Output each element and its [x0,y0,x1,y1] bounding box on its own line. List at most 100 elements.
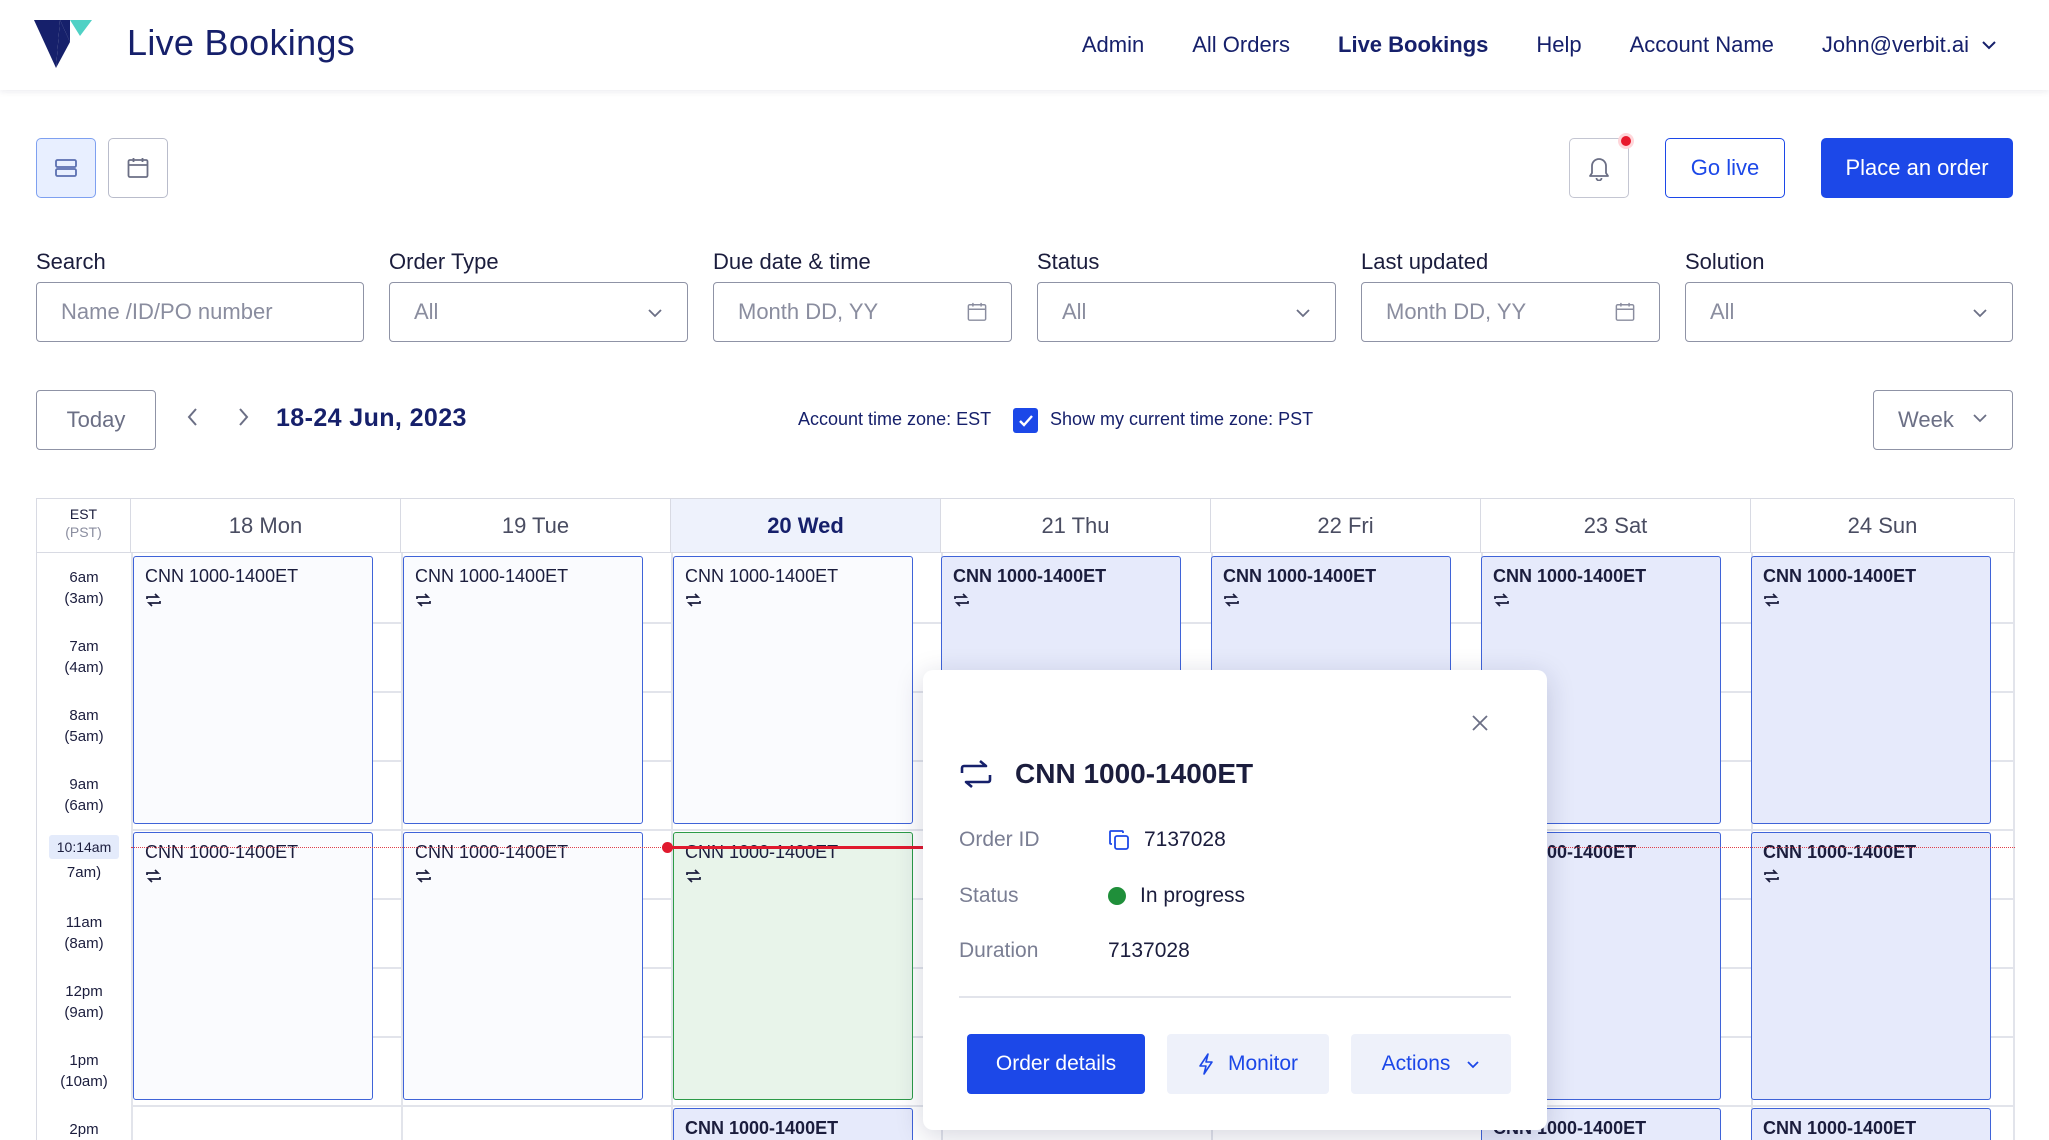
booking-event[interactable]: CNN 1000-1400ET [1751,556,1991,824]
notifications-button[interactable] [1569,133,1634,198]
nav-live-bookings[interactable]: Live Bookings [1338,32,1488,58]
actions-label: Actions [1381,1052,1451,1075]
show-timezone-checkbox[interactable] [1013,408,1038,433]
view-range-value: Week [1898,407,1954,432]
order-type-label: Order Type [389,249,499,274]
order-id-row: Order ID 7137028 [959,828,1226,852]
order-type-select[interactable]: All [389,282,688,342]
duration-value: 7137028 [1108,939,1190,962]
search-label: Search [36,249,106,274]
calendar-icon [967,302,987,321]
last-updated-placeholder: Month DD, YY [1386,299,1527,324]
due-date-input[interactable]: Month DD, YY [713,282,1012,342]
solution-select[interactable]: All [1685,282,2013,342]
repeat-icon [686,869,701,883]
event-title: CNN 1000-1400ET [145,566,299,586]
chevron-down-icon [1973,414,1987,423]
repeat-icon [1224,593,1239,607]
copy-icon[interactable] [1108,829,1130,851]
popover-header: CNN 1000-1400ET [959,758,1253,790]
calendar-view-button[interactable] [108,138,168,198]
repeat-icon [1494,593,1509,607]
view-range-select[interactable]: Week [1873,390,2013,450]
search-input[interactable]: Name /ID/PO number [36,282,364,342]
popover-title: CNN 1000-1400ET [1015,758,1254,789]
search-placeholder: Name /ID/PO number [61,299,273,324]
booking-event[interactable]: CNN 1000-1400ET [1751,1108,1991,1140]
user-menu[interactable]: John@verbit.ai [1822,32,1997,58]
event-title: CNN 1000-1400ET [953,566,1107,586]
day-header-today[interactable]: 20 Wed [671,499,941,553]
duration-label: Duration [959,939,1039,962]
booking-event[interactable]: CNN 1000-1400ET [1751,832,1991,1100]
day-header[interactable]: 19 Tue [401,499,671,553]
list-view-icon [55,159,77,177]
nav-admin[interactable]: Admin [1082,32,1144,58]
calendar-icon [127,158,149,178]
status-row-label: Status [959,884,1019,907]
chevron-down-icon [1467,1060,1480,1068]
chevron-right-icon[interactable] [236,406,250,428]
hour-label: 6am (3am) [64,569,104,607]
booking-event[interactable]: CNN 1000-1400ET [673,1108,913,1140]
verbit-logo[interactable] [34,20,92,68]
due-date-placeholder: Month DD, YY [738,299,879,324]
day-header[interactable]: 18 Mon [131,499,401,553]
day-header[interactable]: 21 Thu [941,499,1211,553]
status-select[interactable]: All [1037,282,1336,342]
booking-event[interactable]: CNN 1000-1400ET [403,556,643,824]
event-title: CNN 1000-1400ET [145,842,299,862]
hour-label: 9am (6am) [64,776,104,814]
order-details-button[interactable]: Order details [967,1034,1145,1094]
today-button[interactable]: Today [36,390,156,450]
hour-label: 12pm (9am) [64,983,104,1021]
list-view-button[interactable] [36,138,96,198]
day-header[interactable]: 24 Sun [1751,499,2015,553]
booking-event[interactable]: CNN 1000-1400ET [133,832,373,1100]
actions-button[interactable]: Actions [1351,1034,1511,1094]
last-updated-input[interactable]: Month DD, YY [1361,282,1660,342]
repeat-icon [1764,593,1779,607]
repeat-icon [416,869,431,883]
chevron-left-icon[interactable] [186,406,200,428]
booking-event[interactable]: CNN 1000-1400ET [403,832,643,1100]
monitor-button[interactable]: Monitor [1167,1034,1329,1094]
check-icon [1018,415,1033,427]
duration-row: Duration 7137028 [959,939,1190,963]
repeat-icon [1764,869,1779,883]
current-time-dot [662,842,673,853]
solution-label: Solution [1685,249,1765,274]
status-value: All [1062,299,1087,324]
status-row: Status In progress [959,884,1245,908]
hour-label: 11am (8am) [64,914,104,952]
repeat-icon [416,593,431,607]
order-id-value: 7137028 [1144,828,1226,851]
chevron-down-icon [648,309,662,318]
close-icon[interactable] [1471,714,1489,732]
order-type-value: All [414,299,439,324]
booking-event-in-progress[interactable]: CNN 1000-1400ET [673,832,913,1100]
tz-primary: EST [69,506,98,522]
nav-all-orders[interactable]: All Orders [1192,32,1290,58]
day-header[interactable]: 23 Sat [1481,499,1751,553]
booking-event[interactable]: CNN 1000-1400ET [133,556,373,824]
current-time-badge: 10:14am [49,835,119,859]
nav-account-name[interactable]: Account Name [1630,32,1774,58]
chevron-down-icon [1296,309,1310,318]
booking-event[interactable]: CNN 1000-1400ET [673,556,913,824]
go-live-button[interactable]: Go live [1665,138,1785,198]
timezone-column-header: EST (PST) [37,499,131,553]
nav-help[interactable]: Help [1536,32,1581,58]
event-title: CNN 1000-1400ET [685,1118,839,1138]
hour-label: 7am) [66,864,102,881]
app-title: Live Bookings [127,22,356,63]
repeat-icon [686,593,701,607]
repeat-icon [954,593,969,607]
repeat-icon [960,760,992,788]
day-header[interactable]: 22 Fri [1211,499,1481,553]
show-timezone-label[interactable]: Show my current time zone: PST [1050,409,1313,430]
place-order-button[interactable]: Place an order [1821,138,2013,198]
status-value-text: In progress [1140,884,1246,907]
hour-label: 2pm [69,1121,99,1138]
repeat-icon [146,869,161,883]
